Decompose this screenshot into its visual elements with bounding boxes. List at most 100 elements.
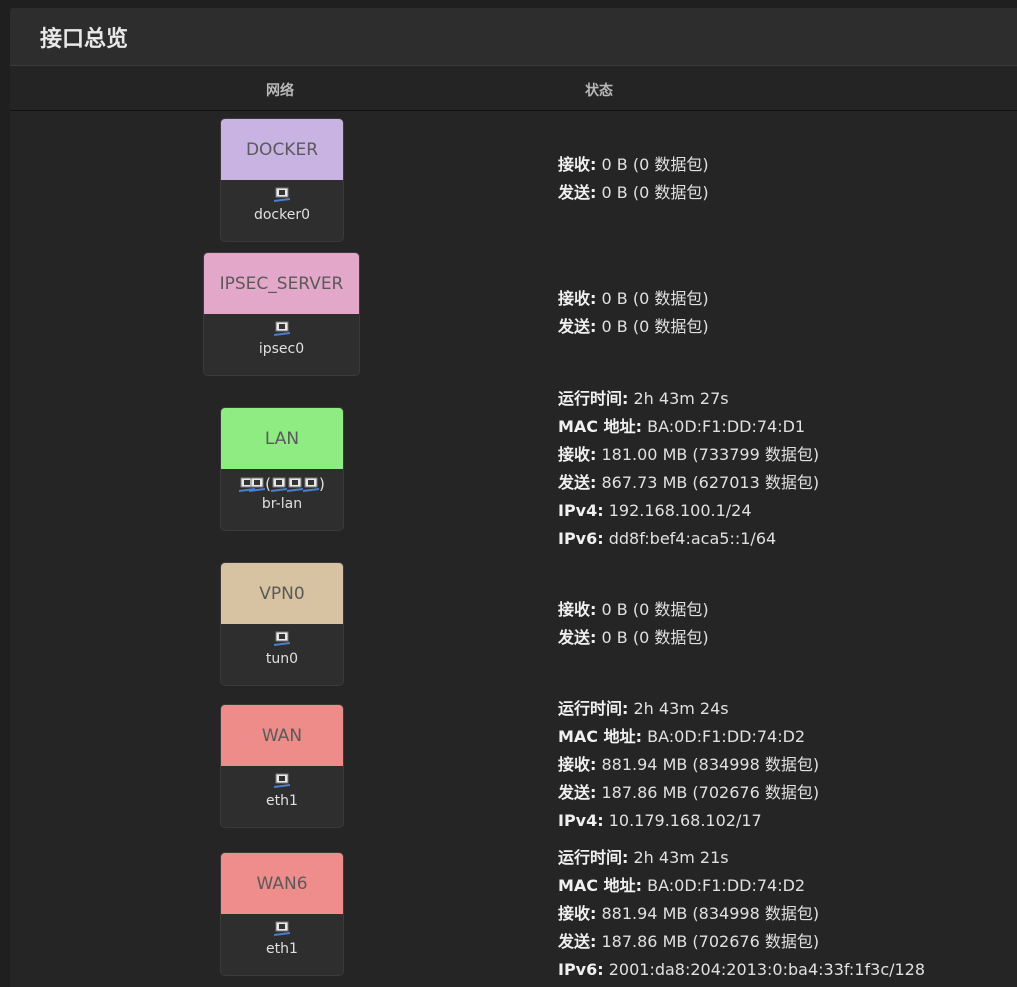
- status-label: 接收:: [558, 904, 597, 923]
- interface-name: LAN: [221, 408, 343, 469]
- interface-name: IPSEC_SERVER: [204, 253, 359, 314]
- interface-card-ipsec_server[interactable]: IPSEC_SERVER ipsec0: [204, 253, 359, 375]
- status-line: 接收: 181.00 MB (733799 数据包): [558, 441, 819, 469]
- interface-device-area: ipsec0: [204, 314, 359, 375]
- status-line: IPv6: 2001:da8:204:2013:0:ba4:33f:1f3c/1…: [558, 956, 925, 984]
- status-line: MAC 地址: BA:0D:F1:DD:74:D2: [558, 723, 819, 751]
- status-label: IPv6:: [558, 960, 604, 979]
- status-label: 运行时间:: [558, 389, 629, 408]
- status-label: MAC 地址:: [558, 727, 643, 746]
- status-label: 接收:: [558, 600, 597, 619]
- column-header-network: 网络: [266, 83, 294, 99]
- status-line: 发送: 0 B (0 数据包): [558, 179, 709, 207]
- status-value: 2h 43m 27s: [628, 389, 729, 408]
- interface-device-area: tun0: [221, 624, 343, 685]
- interface-status: 运行时间: 2h 43m 27s MAC 地址: BA:0D:F1:DD:74:D…: [558, 385, 819, 553]
- interface-device: eth1: [266, 793, 298, 809]
- status-label: IPv4:: [558, 501, 604, 520]
- status-label: 发送:: [558, 317, 597, 336]
- status-line: IPv4: 192.168.100.1/24: [558, 497, 819, 525]
- status-value: BA:0D:F1:DD:74:D2: [642, 727, 806, 746]
- status-line: 发送: 867.73 MB (627013 数据包): [558, 469, 819, 497]
- interface-card-wan[interactable]: WAN eth1: [221, 705, 343, 827]
- status-label: 发送:: [558, 783, 597, 802]
- status-value: 192.168.100.1/24: [603, 501, 752, 520]
- status-value: 867.73 MB (627013 数据包): [596, 473, 820, 492]
- ethernet-port-icon: [221, 772, 343, 792]
- status-value: 187.86 MB (702676 数据包): [596, 932, 820, 951]
- interface-status: 接收: 0 B (0 数据包) 发送: 0 B (0 数据包): [558, 596, 709, 652]
- ethernet-port-icon: [221, 630, 343, 650]
- status-value: BA:0D:F1:DD:74:D2: [642, 876, 806, 895]
- status-value: 10.179.168.102/17: [603, 811, 762, 830]
- interface-name: WAN: [221, 705, 343, 766]
- interface-device: docker0: [253, 207, 311, 223]
- status-label: 接收:: [558, 445, 597, 464]
- ethernet-port-icon: [221, 186, 343, 206]
- status-line: MAC 地址: BA:0D:F1:DD:74:D2: [558, 872, 925, 900]
- status-label: 运行时间:: [558, 699, 629, 718]
- status-line: MAC 地址: BA:0D:F1:DD:74:D1: [558, 413, 819, 441]
- ethernet-port-icon: [221, 920, 343, 940]
- interface-name: DOCKER: [221, 119, 343, 180]
- status-label: 接收:: [558, 755, 597, 774]
- interface-status: 运行时间: 2h 43m 21s MAC 地址: BA:0D:F1:DD:74:D…: [558, 844, 925, 984]
- interface-device: tun0: [265, 651, 299, 667]
- interface-device: br-lan: [261, 496, 303, 512]
- status-line: 运行时间: 2h 43m 27s: [558, 385, 819, 413]
- status-value: BA:0D:F1:DD:74:D1: [642, 417, 806, 436]
- status-line: 运行时间: 2h 43m 21s: [558, 844, 925, 872]
- interface-device-area: () br-lan: [221, 469, 343, 530]
- status-value: 881.94 MB (834998 数据包): [596, 904, 820, 923]
- interface-status: 运行时间: 2h 43m 24s MAC 地址: BA:0D:F1:DD:74:D…: [558, 695, 819, 835]
- status-label: MAC 地址:: [558, 876, 643, 895]
- status-line: 接收: 0 B (0 数据包): [558, 151, 709, 179]
- status-label: IPv6:: [558, 529, 604, 548]
- table-header: 网络 状态: [10, 66, 1017, 111]
- interface-name: WAN6: [221, 853, 343, 914]
- status-value: 0 B (0 数据包): [596, 155, 709, 174]
- interface-overview-panel: 接口总览 网络 状态 DOCKER docker0 接收: 0 B (0 数据包) 发…: [10, 8, 1017, 987]
- status-value: 2h 43m 21s: [628, 848, 729, 867]
- interface-card-wan6[interactable]: WAN6 eth1: [221, 853, 343, 975]
- status-value: 2001:da8:204:2013:0:ba4:33f:1f3c/128: [603, 960, 926, 979]
- status-value: 881.94 MB (834998 数据包): [596, 755, 820, 774]
- ethernet-port-icon: [204, 320, 359, 340]
- status-value: 0 B (0 数据包): [596, 600, 709, 619]
- status-line: 发送: 187.86 MB (702676 数据包): [558, 779, 819, 807]
- status-line: 接收: 881.94 MB (834998 数据包): [558, 900, 925, 928]
- interface-card-docker[interactable]: DOCKER docker0: [221, 119, 343, 241]
- bridge-icon: (): [221, 475, 343, 495]
- status-value: 187.86 MB (702676 数据包): [596, 783, 820, 802]
- interface-device-area: eth1: [221, 766, 343, 827]
- status-line: IPv4: 10.179.168.102/17: [558, 807, 819, 835]
- status-value: 181.00 MB (733799 数据包): [596, 445, 820, 464]
- status-label: 运行时间:: [558, 848, 629, 867]
- status-value: 0 B (0 数据包): [596, 289, 709, 308]
- status-line: 发送: 0 B (0 数据包): [558, 313, 709, 341]
- interface-status: 接收: 0 B (0 数据包) 发送: 0 B (0 数据包): [558, 285, 709, 341]
- interface-device-area: eth1: [221, 914, 343, 975]
- status-label: 发送:: [558, 473, 597, 492]
- status-line: 发送: 0 B (0 数据包): [558, 624, 709, 652]
- status-label: 发送:: [558, 628, 597, 647]
- interface-card-lan[interactable]: LAN() br-lan: [221, 408, 343, 530]
- status-label: 发送:: [558, 183, 597, 202]
- status-line: IPv6: dd8f:bef4:aca5::1/64: [558, 525, 819, 553]
- page-title: 接口总览: [10, 8, 1017, 66]
- interface-card-vpn0[interactable]: VPN0 tun0: [221, 563, 343, 685]
- interface-name: VPN0: [221, 563, 343, 624]
- status-line: 接收: 881.94 MB (834998 数据包): [558, 751, 819, 779]
- status-value: 2h 43m 24s: [628, 699, 729, 718]
- status-value: 0 B (0 数据包): [596, 628, 709, 647]
- status-label: IPv4:: [558, 811, 604, 830]
- column-header-status: 状态: [585, 83, 613, 99]
- status-label: MAC 地址:: [558, 417, 643, 436]
- status-value: 0 B (0 数据包): [596, 183, 709, 202]
- interface-status: 接收: 0 B (0 数据包) 发送: 0 B (0 数据包): [558, 151, 709, 207]
- status-line: 发送: 187.86 MB (702676 数据包): [558, 928, 925, 956]
- interface-device: ipsec0: [258, 341, 305, 357]
- interface-device-area: docker0: [221, 180, 343, 241]
- status-value: dd8f:bef4:aca5::1/64: [603, 529, 777, 548]
- status-label: 发送:: [558, 932, 597, 951]
